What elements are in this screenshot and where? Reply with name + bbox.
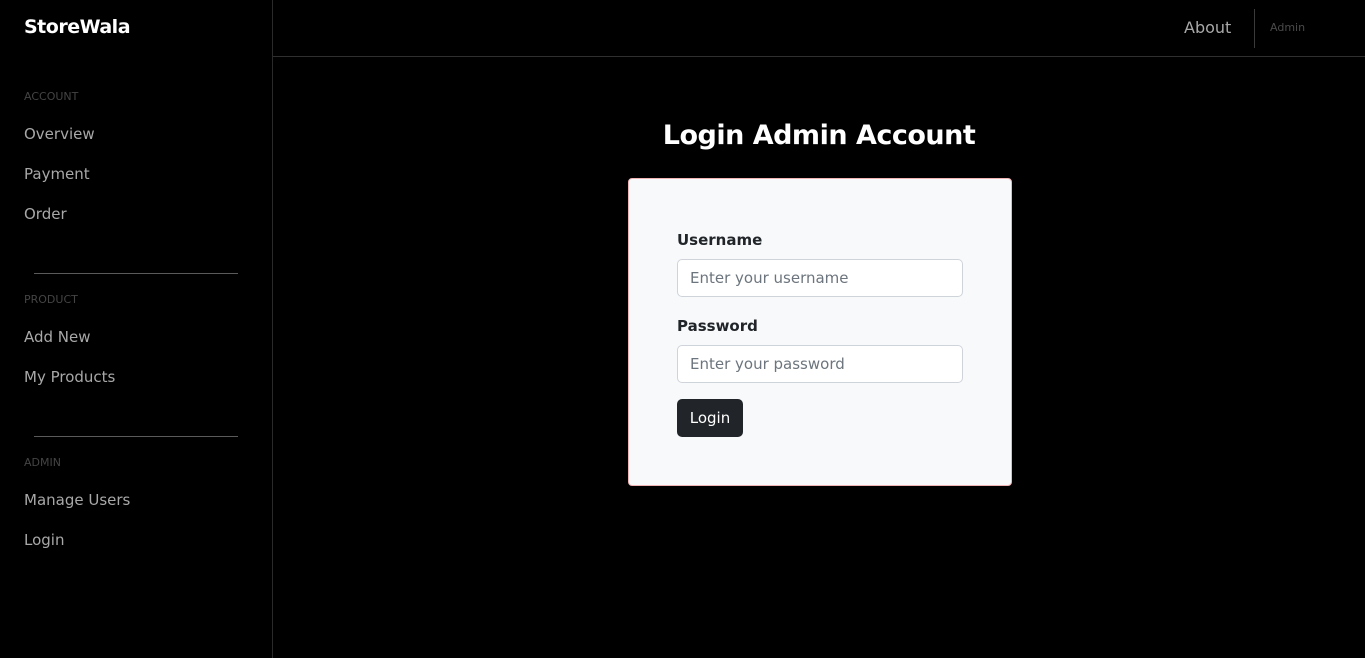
- section-heading-account: ACCOUNT: [24, 90, 79, 103]
- sidebar-item-my-products[interactable]: My Products: [24, 368, 115, 386]
- sidebar-item-manage-users[interactable]: Manage Users: [24, 491, 130, 509]
- section-heading-product: PRODUCT: [24, 293, 78, 306]
- login-button[interactable]: Login: [677, 399, 743, 437]
- nav-link-admin[interactable]: Admin: [1270, 21, 1305, 34]
- sidebar-divider: [34, 436, 238, 437]
- username-input[interactable]: [677, 259, 963, 297]
- top-navbar: About Admin: [273, 0, 1365, 57]
- username-label: Username: [677, 231, 763, 249]
- sidebar-item-add-new[interactable]: Add New: [24, 328, 91, 346]
- app-root: StoreWala ACCOUNT Overview Payment Order…: [0, 0, 1365, 658]
- nav-link-about[interactable]: About: [1184, 18, 1231, 37]
- sidebar-item-payment[interactable]: Payment: [24, 165, 90, 183]
- page-title: Login Admin Account: [662, 120, 976, 151]
- sidebar-item-login[interactable]: Login: [24, 531, 64, 549]
- password-label: Password: [677, 317, 758, 335]
- login-form-card: Username Password Login: [628, 178, 1012, 486]
- sidebar-item-order[interactable]: Order: [24, 205, 67, 223]
- section-heading-admin: ADMIN: [24, 456, 61, 469]
- sidebar-item-overview[interactable]: Overview: [24, 125, 95, 143]
- password-input[interactable]: [677, 345, 963, 383]
- sidebar: StoreWala ACCOUNT Overview Payment Order…: [0, 0, 273, 658]
- navbar-separator: [1254, 9, 1255, 48]
- brand-logo[interactable]: StoreWala: [24, 16, 131, 38]
- sidebar-divider: [34, 273, 238, 274]
